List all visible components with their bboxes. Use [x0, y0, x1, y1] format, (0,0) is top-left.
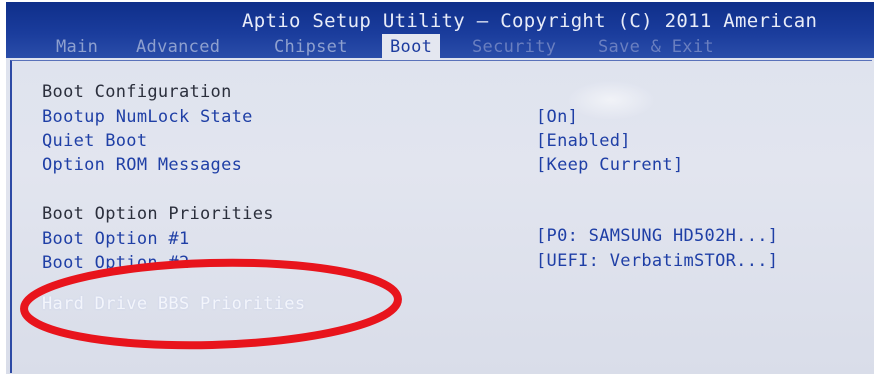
- option-rom-messages-item[interactable]: Option ROM Messages: [42, 155, 242, 175]
- screen-glare: [566, 80, 656, 120]
- boot-option-2-value[interactable]: [UEFI: VerbatimSTOR...]: [536, 251, 778, 271]
- tab-bar: Main Advanced Chipset Boot Security Save…: [6, 34, 874, 60]
- quiet-boot-value[interactable]: [Enabled]: [536, 131, 631, 151]
- bootup-numlock-state-value[interactable]: [On]: [536, 107, 578, 127]
- bootup-numlock-state-item[interactable]: Bootup NumLock State: [42, 107, 253, 127]
- tab-chipset[interactable]: Chipset: [274, 37, 348, 57]
- tab-security[interactable]: Security: [472, 37, 556, 57]
- hard-drive-bbs-priorities-item[interactable]: Hard Drive BBS Priorities: [42, 294, 305, 314]
- tab-main[interactable]: Main: [56, 37, 98, 57]
- boot-option-2-item[interactable]: Boot Option #2: [42, 253, 190, 273]
- boot-option-priorities-heading: Boot Option Priorities: [42, 204, 274, 224]
- tab-boot[interactable]: Boot: [382, 34, 441, 60]
- bios-setup-screen: Aptio Setup Utility – Copyright (C) 2011…: [6, 2, 874, 374]
- boot-configuration-heading: Boot Configuration: [42, 82, 232, 102]
- quiet-boot-item[interactable]: Quiet Boot: [42, 131, 147, 151]
- photo-frame: Aptio Setup Utility – Copyright (C) 2011…: [0, 0, 879, 378]
- boot-option-1-item[interactable]: Boot Option #1: [42, 229, 190, 249]
- option-rom-messages-value[interactable]: [Keep Current]: [536, 155, 684, 175]
- window-title: Aptio Setup Utility – Copyright (C) 2011…: [242, 10, 818, 32]
- tab-advanced[interactable]: Advanced: [136, 37, 220, 57]
- boot-option-1-value[interactable]: [P0: SAMSUNG HD502H...]: [536, 226, 778, 246]
- header-bar: Aptio Setup Utility – Copyright (C) 2011…: [6, 2, 874, 60]
- tab-save-exit[interactable]: Save & Exit: [598, 37, 714, 57]
